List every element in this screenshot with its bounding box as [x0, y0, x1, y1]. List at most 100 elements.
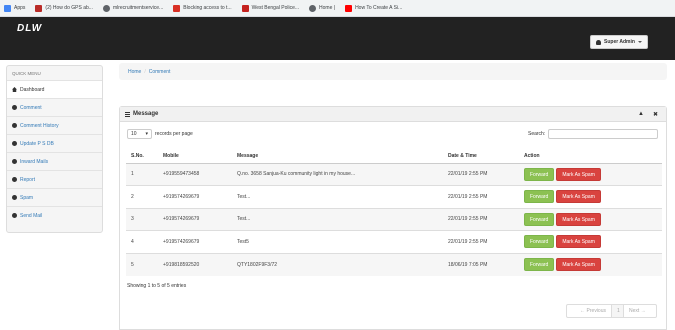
forward-button[interactable]: Forward [524, 167, 555, 181]
breadcrumb-separator: / [144, 68, 146, 75]
table-header-row: S.No. Mobile Message Date & Time Action [126, 149, 662, 164]
sidebar-item-comment-history[interactable]: Comment History [7, 116, 102, 134]
cell-message: Q.no. 3658 Sanjua-Ku community light in … [232, 162, 443, 186]
table-row: 2 +919574269679 Test... 22/01/19 2:55 PM… [126, 185, 662, 208]
table-row: 4 +919574269679 Test5 22/01/19 2:55 PM F… [126, 230, 662, 253]
cell-datetime: 22/01/19 2:55 PM [443, 185, 519, 208]
home-icon [12, 87, 17, 92]
breadcrumb: Home / Comment [119, 63, 667, 80]
records-per-page-label: records per page [155, 131, 193, 137]
cell-action: Forward Mark As Spam [519, 230, 662, 253]
circle-plus-icon [12, 141, 17, 146]
breadcrumb-current[interactable]: Comment [149, 69, 171, 75]
sidebar-item-comment[interactable]: Comment [7, 98, 102, 116]
sidebar-item-update-ps-db[interactable]: Update P S DB [7, 134, 102, 152]
cell-mobile: +919818592520 [158, 252, 232, 276]
current-page-button[interactable]: 1 [612, 304, 623, 318]
circle-plus-icon [12, 177, 17, 182]
mark-as-spam-button[interactable]: Mark As Spam [556, 258, 601, 271]
cell-message: Test... [232, 207, 443, 231]
page-icon [173, 4, 181, 12]
sidebar-heading: QUICK MENU [12, 70, 41, 76]
sidebar-item-report[interactable]: Report [7, 170, 102, 188]
column-header-action: Action [519, 149, 662, 164]
top-navbar: DLW Super Admin [0, 17, 675, 60]
panel-header: Message [120, 107, 666, 122]
message-panel: Message ▲ ✖ 10 ▾ records per page Search… [119, 106, 667, 330]
user-name: Super Admin [604, 39, 635, 45]
list-icon [125, 111, 130, 117]
table-row: 5 +919818592520 QTY1802F9F3/72 18/06/19 … [126, 252, 662, 276]
panel-title: Message [133, 111, 159, 117]
search-label: Search: [528, 131, 546, 137]
user-icon [596, 39, 601, 45]
circle-plus-icon [12, 159, 17, 164]
forward-button[interactable]: Forward [524, 190, 555, 204]
cell-mobile: +919559473458 [158, 162, 232, 186]
cell-message: Test... [232, 185, 443, 208]
sidebar: QUICK MENU Dashboard Comment Comment His… [6, 65, 103, 233]
circle-plus-icon [12, 195, 17, 200]
pagination: ← Previous 1 Next → [566, 304, 657, 318]
column-header-sno[interactable]: S.No. [126, 149, 158, 164]
cell-sno: 3 [126, 207, 158, 231]
mark-as-spam-button[interactable]: Mark As Spam [556, 212, 601, 226]
cell-action: Forward Mark As Spam [519, 162, 662, 186]
cell-sno: 5 [126, 252, 158, 276]
bookmark-recruitment[interactable]: mlrecruitmentservice... [102, 4, 163, 12]
user-menu-button[interactable]: Super Admin [590, 35, 648, 49]
search-input[interactable] [548, 129, 659, 139]
bookmark-police[interactable]: West Bengal Police... [241, 4, 299, 12]
sidebar-item-spam[interactable]: Spam [7, 188, 102, 206]
mark-as-spam-button[interactable]: Mark As Spam [556, 167, 601, 181]
quora-icon [35, 4, 43, 12]
cell-action: Forward Mark As Spam [519, 185, 662, 208]
bookmark-apps[interactable]: Apps [4, 4, 25, 12]
brand-logo[interactable]: DLW [17, 23, 42, 34]
sidebar-item-inward-mails[interactable]: Inward Mails [7, 152, 102, 170]
collapse-chevron-icon[interactable]: ▲ [638, 111, 644, 118]
globe-icon [102, 4, 110, 12]
caret-down-icon [637, 41, 642, 43]
cell-sno: 4 [126, 230, 158, 253]
sidebar-item-dashboard[interactable]: Dashboard [7, 80, 102, 98]
select-caret-icon: ▾ [145, 131, 148, 137]
cell-action: Forward Mark As Spam [519, 207, 662, 231]
records-per-page: 10 ▾ records per page [127, 129, 193, 139]
bookmark-blocking[interactable]: Blocking access to t... [173, 4, 232, 12]
bookmark-home[interactable]: Home | [309, 4, 335, 12]
cell-datetime: 22/01/19 2:55 PM [443, 207, 519, 231]
cell-sno: 1 [126, 162, 158, 186]
forward-button[interactable]: Forward [524, 235, 555, 249]
column-header-message[interactable]: Message [232, 149, 443, 164]
previous-page-button[interactable]: ← Previous [566, 304, 612, 318]
forward-button[interactable]: Forward [524, 212, 555, 226]
cell-mobile: +919574269679 [158, 230, 232, 253]
cell-mobile: +919574269679 [158, 207, 232, 231]
table-row: 1 +919559473458 Q.no. 3658 Sanjua-Ku com… [126, 162, 662, 186]
cell-message: QTY1802F9F3/72 [232, 252, 443, 276]
sidebar-item-send-mail[interactable]: Send Mail [7, 206, 102, 224]
next-page-button[interactable]: Next → [623, 304, 657, 318]
apps-grid-icon [4, 4, 11, 12]
globe-icon [309, 4, 317, 12]
column-header-mobile[interactable]: Mobile [158, 149, 232, 164]
mark-as-spam-button[interactable]: Mark As Spam [556, 190, 601, 204]
table-search: Search: [528, 129, 659, 139]
panel-tools: ▲ ✖ [638, 111, 658, 118]
circle-plus-icon [12, 105, 17, 110]
mark-as-spam-button[interactable]: Mark As Spam [556, 235, 601, 249]
circle-plus-icon [12, 123, 17, 128]
column-header-datetime[interactable]: Date & Time [443, 149, 519, 164]
bookmark-quora[interactable]: (2) How do GPS ab... [35, 4, 93, 12]
records-per-page-select[interactable]: 10 ▾ [127, 129, 152, 139]
bookmark-youtube[interactable]: How To Create A Si... [345, 4, 402, 12]
close-icon[interactable]: ✖ [653, 111, 658, 118]
breadcrumb-home-link[interactable]: Home [128, 69, 141, 75]
forward-button[interactable]: Forward [524, 258, 555, 271]
bookmarks-bar: Apps (2) How do GPS ab... mlrecruitments… [0, 0, 675, 17]
police-badge-icon [241, 4, 249, 12]
cell-sno: 2 [126, 185, 158, 208]
table-row: 3 +919574269679 Test... 22/01/19 2:55 PM… [126, 207, 662, 231]
table-info: Showing 1 to 5 of 5 entries [127, 283, 187, 289]
